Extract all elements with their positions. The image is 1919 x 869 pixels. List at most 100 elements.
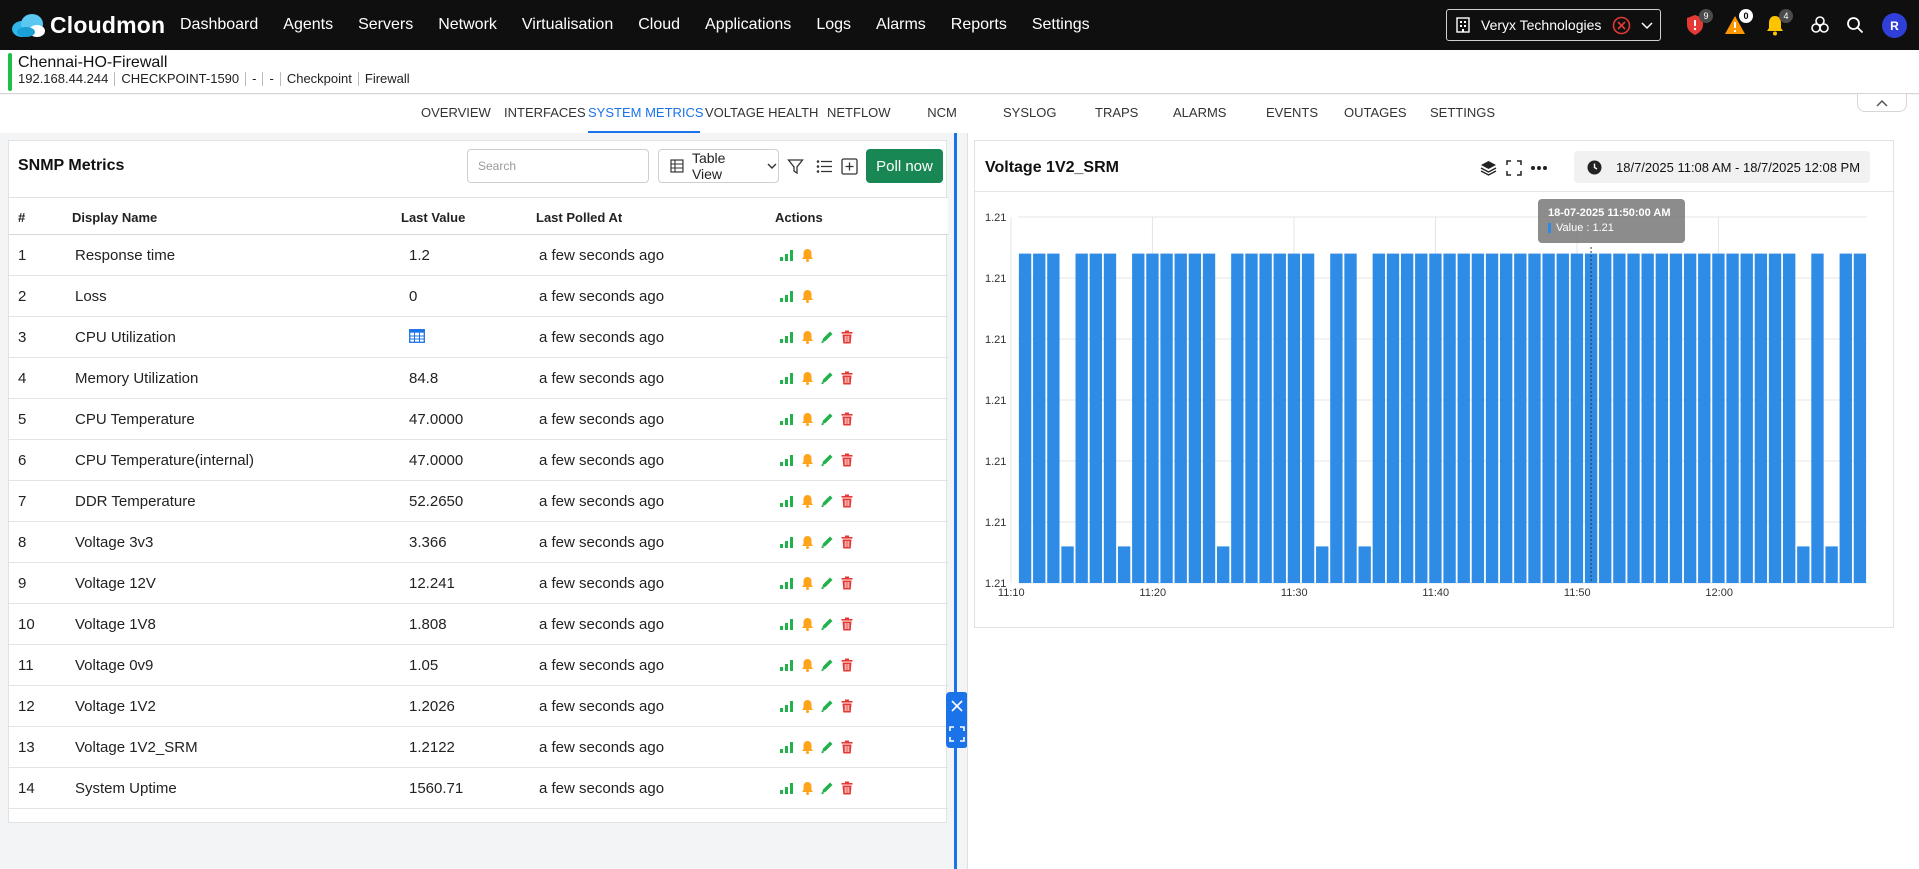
tab-netflow[interactable]: NETFLOW [827, 95, 891, 133]
nav-virtualisation[interactable]: Virtualisation [522, 16, 613, 34]
close-icon[interactable] [950, 699, 964, 713]
table-row[interactable]: 14 System Uptime 1560.71 a few seconds ago [9, 768, 948, 809]
delete-trash-icon[interactable] [839, 616, 855, 632]
warning-icon[interactable]: 0 [1723, 9, 1753, 37]
add-metric-icon[interactable] [840, 157, 858, 175]
view-graph-icon[interactable] [779, 247, 795, 263]
nav-logs[interactable]: Logs [816, 16, 851, 34]
tab-alarms[interactable]: ALARMS [1173, 95, 1226, 133]
delete-trash-icon[interactable] [839, 452, 855, 468]
tab-outages[interactable]: OUTAGES [1344, 95, 1407, 133]
table-row[interactable]: 3 CPU Utilization a few seconds ago [9, 317, 948, 358]
edit-pencil-icon[interactable] [819, 370, 835, 386]
tab-interfaces[interactable]: INTERFACES [504, 95, 586, 133]
delete-trash-icon[interactable] [839, 534, 855, 550]
alert-bell-icon[interactable] [799, 411, 815, 427]
row-value-table-icon[interactable] [409, 329, 425, 347]
edit-pencil-icon[interactable] [819, 575, 835, 591]
user-avatar[interactable]: R [1882, 13, 1907, 38]
collapse-header-button[interactable] [1857, 94, 1907, 112]
delete-trash-icon[interactable] [839, 370, 855, 386]
security-shield-icon[interactable]: 9 [1683, 9, 1713, 37]
fullscreen-icon[interactable] [1505, 159, 1523, 177]
date-range-picker[interactable]: 18/7/2025 11:08 AM - 18/7/2025 12:08 PM [1574, 151, 1870, 183]
poll-now-button[interactable]: Poll now [866, 149, 943, 183]
table-row[interactable]: 10 Voltage 1V8 1.808 a few seconds ago [9, 604, 948, 645]
view-graph-icon[interactable] [779, 411, 795, 427]
view-graph-icon[interactable] [779, 657, 795, 673]
edit-pencil-icon[interactable] [819, 534, 835, 550]
delete-trash-icon[interactable] [839, 698, 855, 714]
view-graph-icon[interactable] [779, 370, 795, 386]
table-row[interactable]: 5 CPU Temperature 47.0000 a few seconds ago [9, 399, 948, 440]
alert-bell-icon[interactable] [799, 739, 815, 755]
delete-trash-icon[interactable] [839, 657, 855, 673]
search-input[interactable] [467, 149, 649, 183]
column-header-display-name[interactable]: Display Name [72, 210, 157, 225]
edit-pencil-icon[interactable] [819, 780, 835, 796]
table-row[interactable]: 7 DDR Temperature 52.2650 a few seconds ago [9, 481, 948, 522]
view-graph-icon[interactable] [779, 575, 795, 591]
alert-bell-icon[interactable] [799, 247, 815, 263]
clear-selection-icon[interactable] [1612, 16, 1631, 35]
tab-syslog[interactable]: SYSLOG [1003, 95, 1056, 133]
notification-bell-icon[interactable]: 4 [1763, 9, 1793, 37]
alert-bell-icon[interactable] [799, 493, 815, 509]
view-graph-icon[interactable] [779, 780, 795, 796]
filter-icon[interactable] [786, 157, 804, 175]
edit-pencil-icon[interactable] [819, 329, 835, 345]
table-row[interactable]: 12 Voltage 1V2 1.2026 a few seconds ago [9, 686, 948, 727]
view-graph-icon[interactable] [779, 329, 795, 345]
edit-pencil-icon[interactable] [819, 657, 835, 673]
column-list-icon[interactable] [815, 157, 833, 175]
tab-events[interactable]: EVENTS [1266, 95, 1318, 133]
alert-bell-icon[interactable] [799, 370, 815, 386]
more-options-icon[interactable] [1530, 159, 1548, 177]
delete-trash-icon[interactable] [839, 739, 855, 755]
delete-trash-icon[interactable] [839, 329, 855, 345]
table-row[interactable]: 2 Loss 0 a few seconds ago [9, 276, 948, 317]
edit-pencil-icon[interactable] [819, 698, 835, 714]
alert-bell-icon[interactable] [799, 616, 815, 632]
table-row[interactable]: 11 Voltage 0v9 1.05 a few seconds ago [9, 645, 948, 686]
layers-icon[interactable] [1479, 159, 1497, 177]
column-header-last-value[interactable]: Last Value [401, 210, 465, 225]
column-header-last-polled[interactable]: Last Polled At [536, 210, 622, 225]
alert-bell-icon[interactable] [799, 534, 815, 550]
tab-ncm[interactable]: NCM [927, 95, 957, 133]
edit-pencil-icon[interactable] [819, 739, 835, 755]
table-row[interactable]: 8 Voltage 3v3 3.366 a few seconds ago [9, 522, 948, 563]
brand[interactable]: Cloudmon [10, 12, 180, 39]
alert-bell-icon[interactable] [799, 780, 815, 796]
panel-splitter[interactable] [954, 133, 957, 869]
delete-trash-icon[interactable] [839, 411, 855, 427]
edit-pencil-icon[interactable] [819, 411, 835, 427]
table-row[interactable]: 6 CPU Temperature(internal) 47.0000 a few s… [9, 440, 948, 481]
view-select[interactable]: Table View [658, 149, 779, 183]
view-graph-icon[interactable] [779, 739, 795, 755]
edit-pencil-icon[interactable] [819, 616, 835, 632]
alert-bell-icon[interactable] [799, 657, 815, 673]
delete-trash-icon[interactable] [839, 780, 855, 796]
view-graph-icon[interactable] [779, 493, 795, 509]
nav-settings[interactable]: Settings [1032, 16, 1090, 34]
nav-servers[interactable]: Servers [358, 16, 413, 34]
table-row[interactable]: 4 Memory Utilization 84.8 a few seconds ago [9, 358, 948, 399]
table-row[interactable]: 1 Response time 1.2 a few seconds ago [9, 235, 948, 276]
alert-bell-icon[interactable] [799, 452, 815, 468]
tab-settings[interactable]: SETTINGS [1430, 95, 1495, 133]
tab-traps[interactable]: TRAPS [1095, 95, 1138, 133]
view-graph-icon[interactable] [779, 698, 795, 714]
tab-system-metrics[interactable]: SYSTEM METRICS [588, 95, 704, 133]
alert-bell-icon[interactable] [799, 698, 815, 714]
nav-network[interactable]: Network [438, 16, 497, 34]
table-row[interactable]: 13 Voltage 1V2_SRM 1.2122 a few seconds ago [9, 727, 948, 768]
view-graph-icon[interactable] [779, 452, 795, 468]
edit-pencil-icon[interactable] [819, 452, 835, 468]
alert-bell-icon[interactable] [799, 288, 815, 304]
tab-voltage-health[interactable]: VOLTAGE HEALTH [705, 95, 818, 133]
alert-bell-icon[interactable] [799, 329, 815, 345]
edit-pencil-icon[interactable] [819, 493, 835, 509]
delete-trash-icon[interactable] [839, 575, 855, 591]
expand-icon[interactable] [949, 725, 965, 742]
